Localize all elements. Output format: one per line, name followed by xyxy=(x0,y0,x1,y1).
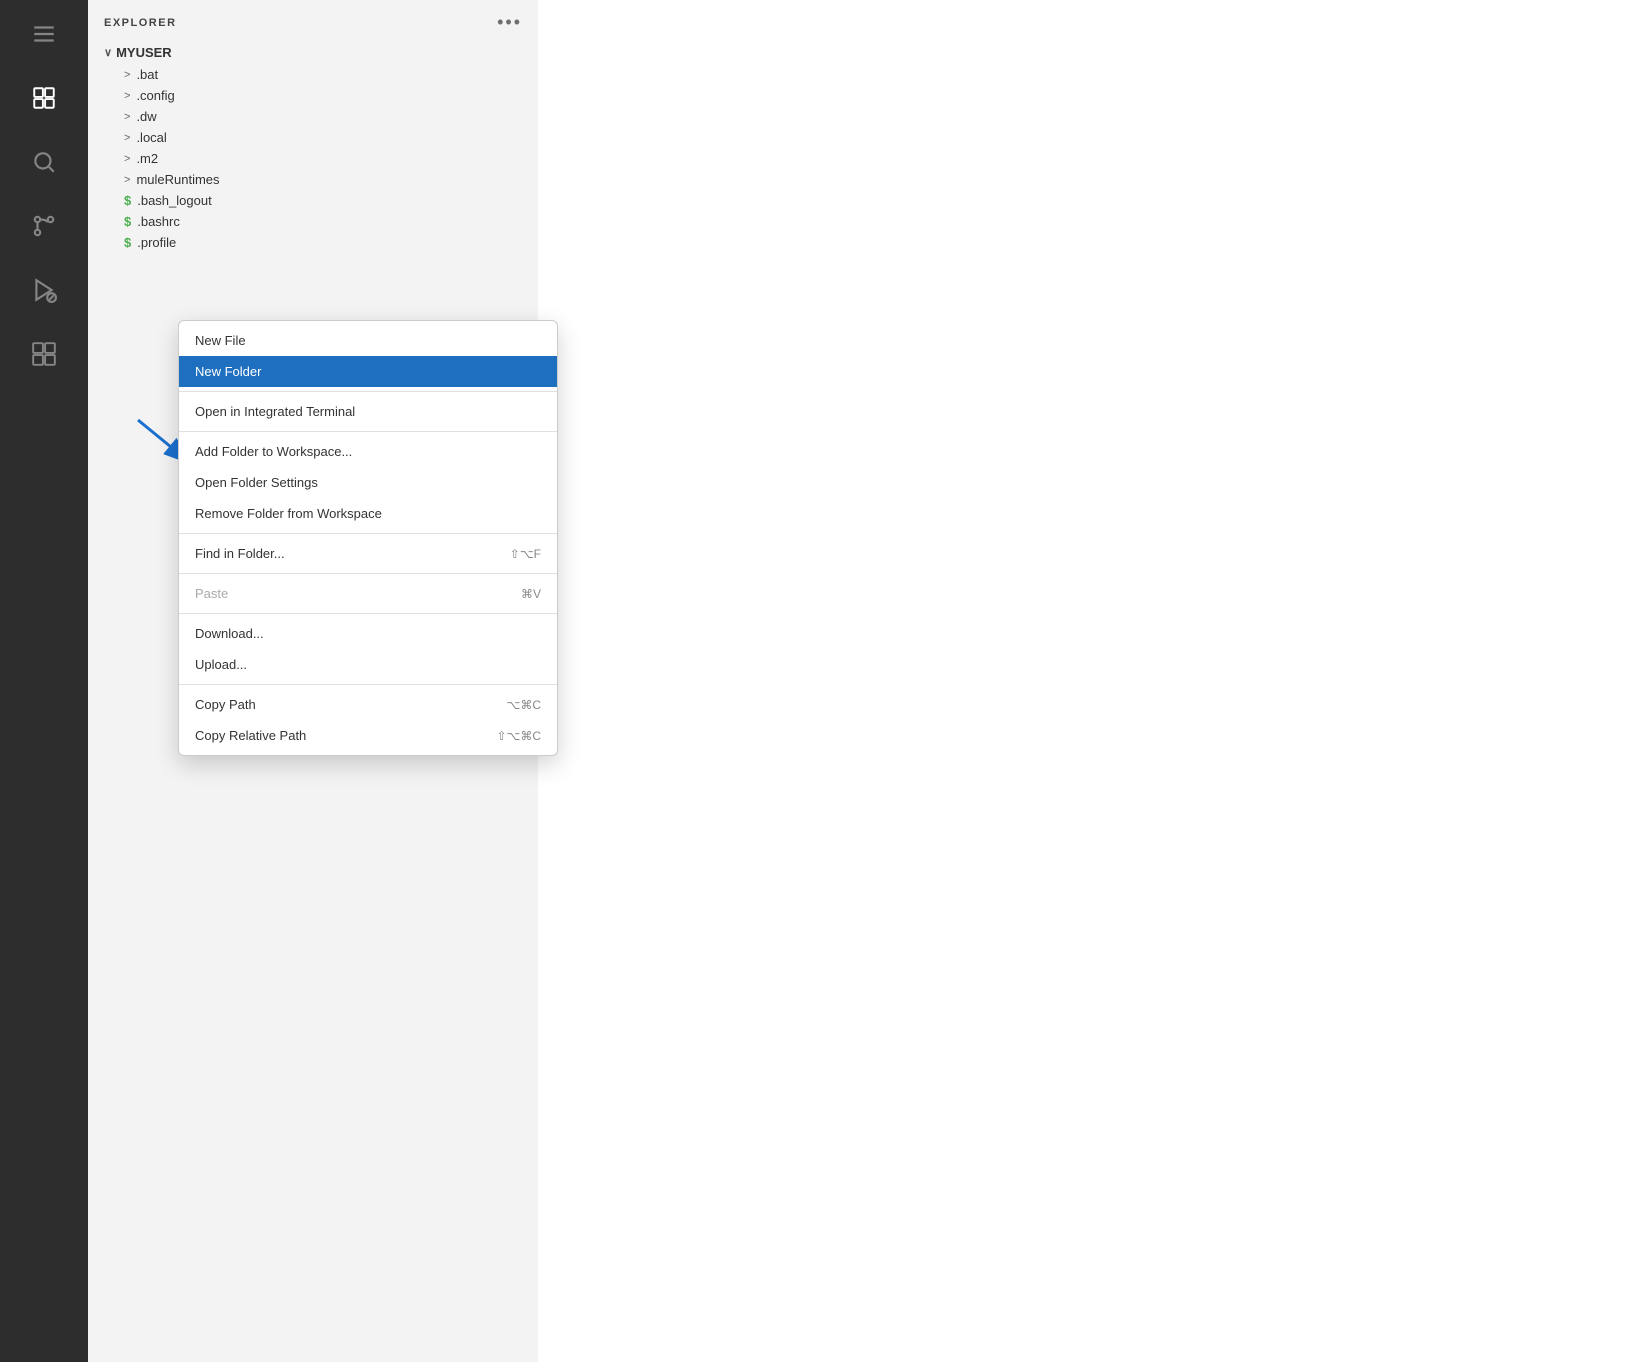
run-debug-icon[interactable] xyxy=(22,268,66,312)
chevron-bat: > xyxy=(124,69,130,81)
chevron-config: > xyxy=(124,90,130,102)
menu-item-copy-relative-path-shortcut: ⇧⌥⌘C xyxy=(496,729,541,743)
explorer-tree: ∨ MYUSER > .bat > .config > .dw > .local… xyxy=(88,41,538,253)
tree-item-config[interactable]: > .config xyxy=(88,85,538,106)
divider-1 xyxy=(179,391,557,392)
explorer-icon[interactable] xyxy=(22,76,66,120)
menu-item-download[interactable]: Download... xyxy=(179,618,557,649)
menu-item-upload-label: Upload... xyxy=(195,657,247,672)
menu-item-copy-relative-path-label: Copy Relative Path xyxy=(195,728,306,743)
divider-5 xyxy=(179,613,557,614)
dollar-profile: $ xyxy=(124,235,131,250)
divider-3 xyxy=(179,533,557,534)
tree-item-m2[interactable]: > .m2 xyxy=(88,148,538,169)
menu-item-paste-shortcut: ⌘V xyxy=(521,587,541,601)
menu-item-open-settings-label: Open Folder Settings xyxy=(195,475,318,490)
sidebar: EXPLORER ••• ∨ MYUSER > .bat > .config >… xyxy=(88,0,538,1362)
source-control-icon[interactable] xyxy=(22,204,66,248)
menu-item-open-settings[interactable]: Open Folder Settings xyxy=(179,467,557,498)
menu-item-find-folder[interactable]: Find in Folder... ⇧⌥F xyxy=(179,538,557,569)
tree-item-muleruntimes[interactable]: > muleRuntimes xyxy=(88,169,538,190)
menu-item-copy-relative-path[interactable]: Copy Relative Path ⇧⌥⌘C xyxy=(179,720,557,751)
menu-item-copy-path-shortcut: ⌥⌘C xyxy=(507,698,542,712)
root-folder-label: MYUSER xyxy=(116,45,172,60)
tree-item-bash-logout[interactable]: $ .bash_logout xyxy=(88,190,538,211)
divider-2 xyxy=(179,431,557,432)
extensions-icon[interactable] xyxy=(22,332,66,376)
menu-item-upload[interactable]: Upload... xyxy=(179,649,557,680)
menu-item-add-folder-label: Add Folder to Workspace... xyxy=(195,444,352,459)
menu-item-paste: Paste ⌘V xyxy=(179,578,557,609)
menu-item-find-folder-label: Find in Folder... xyxy=(195,546,285,561)
dollar-bashrc: $ xyxy=(124,214,131,229)
search-icon[interactable] xyxy=(22,140,66,184)
explorer-title: EXPLORER xyxy=(104,17,177,29)
menu-item-new-folder[interactable]: New Folder xyxy=(179,356,557,387)
sidebar-header: EXPLORER ••• xyxy=(88,0,538,41)
menu-item-paste-label: Paste xyxy=(195,586,228,601)
tree-item-dw[interactable]: > .dw xyxy=(88,106,538,127)
chevron-dw: > xyxy=(124,111,130,123)
context-menu: New File New Folder Open in Integrated T… xyxy=(178,320,558,756)
divider-4 xyxy=(179,573,557,574)
menu-item-copy-path[interactable]: Copy Path ⌥⌘C xyxy=(179,689,557,720)
root-folder[interactable]: ∨ MYUSER xyxy=(88,41,538,64)
menu-item-copy-path-label: Copy Path xyxy=(195,697,256,712)
chevron-local: > xyxy=(124,132,130,144)
menu-item-remove-folder-label: Remove Folder from Workspace xyxy=(195,506,382,521)
menu-item-add-folder[interactable]: Add Folder to Workspace... xyxy=(179,436,557,467)
tree-item-bat[interactable]: > .bat xyxy=(88,64,538,85)
chevron-muleruntimes: > xyxy=(124,174,130,186)
menu-icon[interactable] xyxy=(22,12,66,56)
activity-bar xyxy=(0,0,88,1362)
sidebar-more-button[interactable]: ••• xyxy=(497,12,522,33)
menu-item-open-terminal-label: Open in Integrated Terminal xyxy=(195,404,355,419)
dollar-bash-logout: $ xyxy=(124,193,131,208)
menu-item-new-file[interactable]: New File xyxy=(179,325,557,356)
menu-item-new-folder-label: New Folder xyxy=(195,364,261,379)
main-content xyxy=(538,0,1628,1362)
tree-item-local[interactable]: > .local xyxy=(88,127,538,148)
menu-item-find-folder-shortcut: ⇧⌥F xyxy=(510,547,541,561)
menu-item-remove-folder[interactable]: Remove Folder from Workspace xyxy=(179,498,557,529)
menu-item-download-label: Download... xyxy=(195,626,264,641)
tree-item-bashrc[interactable]: $ .bashrc xyxy=(88,211,538,232)
menu-item-new-file-label: New File xyxy=(195,333,246,348)
divider-6 xyxy=(179,684,557,685)
tree-item-profile[interactable]: $ .profile xyxy=(88,232,538,253)
menu-item-open-terminal[interactable]: Open in Integrated Terminal xyxy=(179,396,557,427)
root-chevron: ∨ xyxy=(104,46,112,59)
chevron-m2: > xyxy=(124,153,130,165)
